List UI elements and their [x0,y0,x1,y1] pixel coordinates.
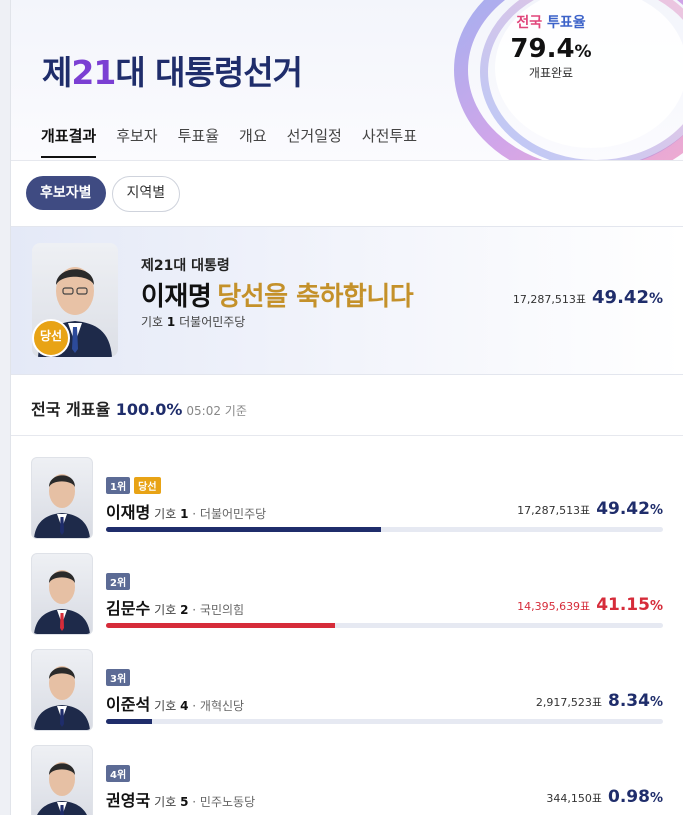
view-toggle: 후보자별 지역별 [26,176,181,212]
candidate-name: 이재명 기호 1 · 더불어민주당 [106,503,267,522]
rank-tag: 3위 [106,669,131,686]
person-portrait-icon [34,474,90,538]
rank-badges: 3위 [106,669,131,686]
vote-share-fill [106,527,382,532]
turnout-value: 79.4% [510,34,592,64]
candidate-photo [31,649,93,731]
candidate-photo [31,457,93,539]
by-candidate-button[interactable]: 후보자별 [26,176,106,210]
tab-overview[interactable]: 개요 [239,125,267,158]
election-header: 제21대 대통령선거 전국 투표율 79.4% 개표완료 개표결과 후보자 투표… [11,0,683,161]
page-title: 제21대 대통령선거 [42,53,303,92]
candidate-photo [31,553,93,635]
vote-share-fill [106,623,336,628]
vote-share-bar [106,623,663,628]
turnout-label: 전국 투표율 [516,15,586,31]
rank-badges: 4위 [106,765,131,782]
rank-badges: 2위 [106,573,131,590]
candidate-row[interactable]: 1위 당선 이재명 기호 1 · 더불어민주당 17,287,513표 49.42% [11,457,683,545]
main-nav: 개표결과 후보자 투표율 개요 선거일정 사전투표 [41,125,417,158]
divider [11,435,683,436]
winner-party: 기호 1 더불어민주당 [141,315,246,329]
tab-schedule[interactable]: 선거일정 [287,125,342,158]
candidate-name: 권영국 기호 5 · 민주노동당 [106,791,256,810]
candidate-name: 김문수 기호 2 · 국민의힘 [106,599,245,618]
candidate-photo [31,745,93,815]
candidate-name: 이준석 기호 4 · 개혁신당 [106,695,245,714]
candidate-row[interactable]: 2위 김문수 기호 2 · 국민의힘 14,395,639표 41.15% [11,553,683,641]
candidate-votes: 17,287,513표 49.42% [517,499,663,519]
vote-share-bar [106,719,663,724]
tab-candidates[interactable]: 후보자 [116,125,157,158]
person-portrait-icon [34,570,90,634]
candidate-row[interactable]: 4위 권영국 기호 5 · 민주노동당 344,150표 0.98% [11,745,683,815]
vote-share-bar [106,527,663,532]
rank-tag: 2위 [106,573,131,590]
by-region-button[interactable]: 지역별 [111,176,181,212]
rank-badges: 1위 당선 [106,477,161,494]
winner-tag: 당선 [134,477,161,494]
person-portrait-icon [37,762,87,815]
winner-photo: 당선 [32,243,118,357]
candidate-votes: 2,917,523표 8.34% [535,691,663,711]
person-portrait-icon [34,666,90,730]
election-card: 제21대 대통령선거 전국 투표율 79.4% 개표완료 개표결과 후보자 투표… [10,0,683,815]
tab-early-voting[interactable]: 사전투표 [362,125,417,158]
candidate-votes: 14,395,639표 41.15% [517,595,663,615]
candidate-row[interactable]: 3위 이준석 기호 4 · 개혁신당 2,917,523표 8.34% [11,649,683,737]
vote-share-fill [106,719,153,724]
winner-badge: 당선 [32,319,70,357]
winner-banner: 당선 제21대 대통령 이재명 당선을 축하합니다 기호 1 더불어민주당 17,… [11,226,683,375]
turnout-status: 개표완료 [528,66,574,80]
turnout-summary: 전국 투표율 79.4% 개표완료 [491,12,611,81]
count-progress: 전국 개표율 100.0% 05:02 기준 [31,400,247,419]
candidate-votes: 344,150표 0.98% [546,787,663,807]
winner-office: 제21대 대통령 [141,258,230,274]
tab-turnout[interactable]: 투표율 [178,125,219,158]
winner-votes: 17,287,513표 49.42% [512,287,663,308]
rank-tag: 4위 [106,765,131,782]
winner-headline: 이재명 당선을 축하합니다 [141,282,414,312]
tab-results[interactable]: 개표결과 [41,125,97,158]
rank-tag: 1위 [106,477,131,494]
